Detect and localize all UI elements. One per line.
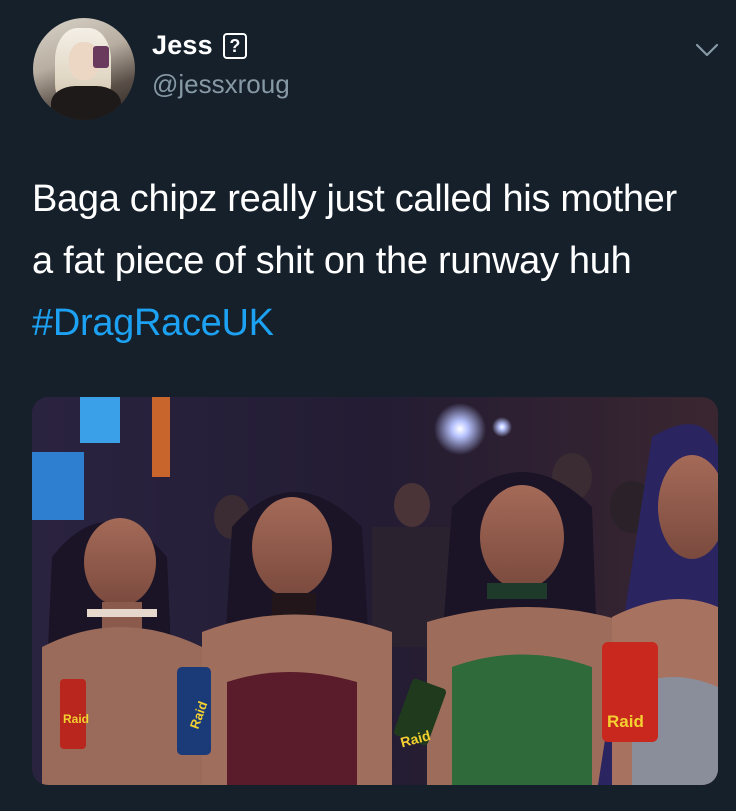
photo-illustration: Raid Raid Raid Raid [32, 397, 718, 785]
author-name-row[interactable]: Jess ? [152, 30, 247, 61]
avatar-body [51, 86, 121, 120]
raid-label-4: Raid [607, 712, 644, 731]
avatar-phone [93, 46, 109, 68]
unknown-emoji-icon: ? [222, 32, 247, 59]
raid-label-1: Raid [63, 712, 89, 726]
tweet-body-text: Baga chipz really just called his mother… [32, 178, 677, 282]
avatar[interactable] [33, 18, 135, 120]
author-handle[interactable]: @jessxroug [152, 69, 290, 100]
chevron-down-icon[interactable] [694, 40, 720, 60]
author-display-name[interactable]: Jess [152, 30, 213, 61]
tweet-media-photo[interactable]: Raid Raid Raid Raid [32, 397, 718, 785]
hashtag-link[interactable]: #DragRaceUK [32, 302, 274, 344]
tweet-text: Baga chipz really just called his mother… [32, 168, 692, 354]
